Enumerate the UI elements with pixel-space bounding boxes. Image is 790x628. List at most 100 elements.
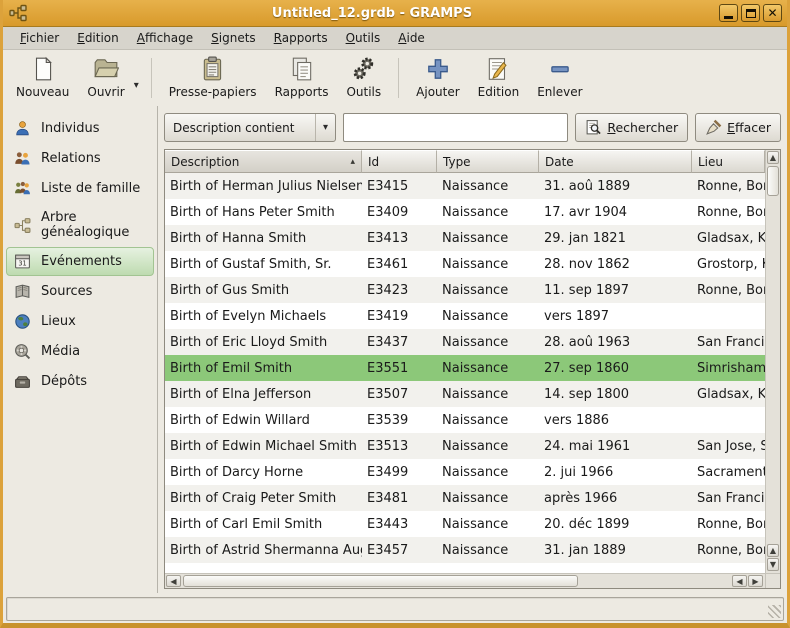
remove-button[interactable]: Enlever: [528, 53, 591, 103]
scroll-left-button[interactable]: ◀: [166, 575, 181, 587]
cell-place: Ronne, Born: [692, 517, 765, 532]
maximize-button[interactable]: [741, 4, 760, 22]
cell-date: 31. aoû 1889: [539, 179, 692, 194]
cell-place: Gladsax, Kr: [692, 231, 765, 246]
menu-item[interactable]: Signets: [202, 28, 265, 48]
table-row[interactable]: Birth of Hans Peter Smith E3409 Naissanc…: [165, 199, 765, 225]
open-dropdown-button[interactable]: ▾: [134, 66, 143, 91]
menu-item[interactable]: Aide: [389, 28, 434, 48]
menu-item[interactable]: Rapports: [265, 28, 337, 48]
vertical-scrollbar[interactable]: ▲ ▲ ▼: [765, 150, 780, 573]
new-button[interactable]: Nouveau: [7, 53, 78, 103]
tools-button[interactable]: Outils: [337, 53, 390, 103]
scroll-down-icon: ▼: [770, 560, 776, 569]
menu-item[interactable]: Fichier: [11, 28, 68, 48]
cell-type: Naissance: [437, 361, 539, 376]
sidebar-item-label: Individus: [41, 121, 100, 136]
table-row[interactable]: Birth of Craig Peter Smith E3481 Naissan…: [165, 485, 765, 511]
sidebar-item-depots[interactable]: Dépôts: [6, 367, 154, 396]
column-header-description[interactable]: Description ▴: [165, 150, 362, 173]
minimize-button[interactable]: [719, 4, 738, 22]
cell-id: E3513: [362, 439, 437, 454]
cell-date: 14. sep 1800: [539, 387, 692, 402]
cell-date: vers 1886: [539, 413, 692, 428]
toolbar-separator: [398, 58, 399, 98]
table-row[interactable]: Birth of Herman Julius Nielsen E3415 Nai…: [165, 173, 765, 199]
table-row[interactable]: Birth of Astrid Shermanna Aug... E3457 N…: [165, 537, 765, 563]
cell-id: E3423: [362, 283, 437, 298]
table-row[interactable]: Birth of Hanna Smith E3413 Naissance 29.…: [165, 225, 765, 251]
scroll-down-button[interactable]: ▼: [767, 558, 779, 571]
clipboard-icon: [200, 56, 226, 82]
table-row[interactable]: Birth of Eric Lloyd Smith E3437 Naissanc…: [165, 329, 765, 355]
scroll-up-icon: ▲: [770, 546, 776, 555]
toolbar: Nouveau Ouvrir ▾ Presse-papiers: [3, 50, 787, 106]
cell-place: San Francis: [692, 491, 765, 506]
column-header-lieu[interactable]: Lieu: [692, 150, 765, 173]
cell-type: Naissance: [437, 543, 539, 558]
scroll-left-button-right[interactable]: ◀: [732, 575, 747, 587]
table-row[interactable]: Birth of Edwin Willard E3539 Naissance v…: [165, 407, 765, 433]
search-input[interactable]: [343, 113, 568, 142]
tools-button-label: Outils: [346, 85, 381, 99]
reports-button[interactable]: Rapports: [266, 53, 338, 103]
sidebar-item-media[interactable]: Média: [6, 337, 154, 366]
scroll-track[interactable]: [579, 575, 729, 587]
cell-description: Birth of Emil Smith: [165, 361, 362, 376]
vertical-scroll-thumb[interactable]: [767, 166, 779, 196]
column-header-date[interactable]: Date: [539, 150, 692, 173]
sidebar-item-relations[interactable]: Relations: [6, 144, 154, 173]
statusbar: [6, 597, 784, 621]
edit-button[interactable]: Edition: [469, 53, 529, 103]
scroll-left-icon: ◀: [736, 577, 742, 586]
sidebar-item-label: Relations: [41, 151, 101, 166]
table-row[interactable]: Birth of Edwin Michael Smith E3513 Naiss…: [165, 433, 765, 459]
sidebar-item-liste-de-famille[interactable]: Liste de famille: [6, 174, 154, 203]
filter-field-select[interactable]: Description contient ▾: [164, 113, 336, 142]
sidebar-item-individus[interactable]: Individus: [6, 114, 154, 143]
cell-date: vers 1897: [539, 309, 692, 324]
close-button[interactable]: ✕: [763, 4, 782, 22]
table-row[interactable]: Birth of Carl Emil Smith E3443 Naissance…: [165, 511, 765, 537]
sidebar-item-label: Sources: [41, 284, 92, 299]
search-button[interactable]: Rechercher: [575, 113, 688, 142]
cell-id: E3419: [362, 309, 437, 324]
app-window: Untitled_12.grdb - GRAMPS ✕ FichierEditi…: [0, 0, 790, 628]
add-button[interactable]: Ajouter: [407, 53, 469, 103]
table-row[interactable]: Birth of Evelyn Michaels E3419 Naissance…: [165, 303, 765, 329]
sidebar-item-label: Dépôts: [41, 374, 87, 389]
sidebar-item-evenements[interactable]: 31 Evénements: [6, 247, 154, 276]
horizontal-scrollbar[interactable]: ◀ ◀ ▶: [165, 573, 765, 588]
scroll-up-button[interactable]: ▲: [767, 151, 779, 164]
horizontal-scroll-thumb[interactable]: [183, 575, 578, 587]
table-row[interactable]: Birth of Gus Smith E3423 Naissance 11. s…: [165, 277, 765, 303]
toolbar-separator: [151, 58, 152, 98]
column-header-type[interactable]: Type: [437, 150, 539, 173]
sidebar-item-lieux[interactable]: Lieux: [6, 307, 154, 336]
column-header-id[interactable]: Id: [362, 150, 437, 173]
menu-item[interactable]: Outils: [337, 28, 390, 48]
cell-description: Birth of Hans Peter Smith: [165, 205, 362, 220]
sidebar-item-label: Liste de famille: [41, 181, 140, 196]
cell-description: Birth of Craig Peter Smith: [165, 491, 362, 506]
table-row[interactable]: Birth of Emil Smith E3551 Naissance 27. …: [165, 355, 765, 381]
table-row[interactable]: Birth of Darcy Horne E3499 Naissance 2. …: [165, 459, 765, 485]
menubar: FichierEditionAffichageSignetsRapportsOu…: [3, 27, 787, 50]
resize-grip-icon[interactable]: [768, 605, 781, 618]
scroll-track[interactable]: [767, 197, 779, 544]
clipboard-button[interactable]: Presse-papiers: [160, 53, 266, 103]
cell-type: Naissance: [437, 413, 539, 428]
table-row[interactable]: Birth of Gustaf Smith, Sr. E3461 Naissan…: [165, 251, 765, 277]
search-button-label: Rechercher: [607, 120, 678, 135]
new-document-icon: [30, 56, 56, 82]
menu-item[interactable]: Edition: [68, 28, 128, 48]
scroll-right-button[interactable]: ▶: [748, 575, 763, 587]
scroll-up-button-bottom[interactable]: ▲: [767, 544, 779, 557]
menu-item[interactable]: Affichage: [128, 28, 202, 48]
open-button[interactable]: Ouvrir: [78, 53, 133, 103]
two-people-icon: [14, 150, 31, 167]
table-row[interactable]: Birth of Elna Jefferson E3507 Naissance …: [165, 381, 765, 407]
clear-button[interactable]: Effacer: [695, 113, 781, 142]
sidebar-item-arbre-genealogique[interactable]: Arbre généalogique: [6, 204, 154, 246]
sidebar-item-sources[interactable]: Sources: [6, 277, 154, 306]
